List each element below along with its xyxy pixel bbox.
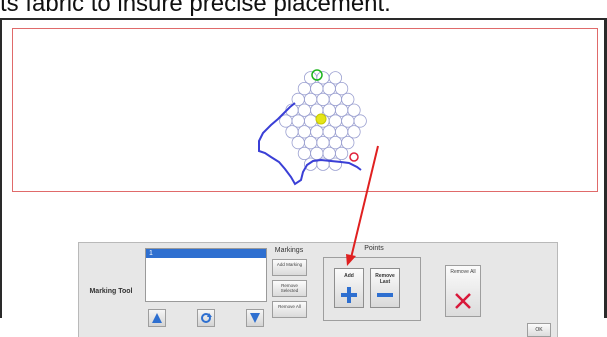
move-down-button[interactable] bbox=[246, 309, 264, 327]
remove-all-points-label: Remove All bbox=[450, 269, 476, 275]
fabric-circle bbox=[303, 136, 318, 150]
markings-group-title: Markings bbox=[274, 247, 304, 254]
fabric-circle bbox=[310, 146, 324, 161]
application-window: Marking Tool 1 Markings Add Marking Remo… bbox=[0, 18, 607, 337]
remove-all-points-button[interactable]: Remove All bbox=[445, 265, 481, 317]
marking-tool-label: Marking Tool bbox=[89, 288, 133, 295]
remove-all-markings-button[interactable]: Remove All bbox=[272, 301, 307, 318]
ok-button[interactable]: OK bbox=[527, 323, 551, 337]
fabric-circle bbox=[334, 81, 349, 96]
add-marking-label: Add Marking bbox=[276, 262, 303, 267]
add-point-button[interactable]: Add bbox=[334, 268, 364, 308]
fabric-circle bbox=[353, 114, 367, 128]
fabric-circle bbox=[328, 92, 342, 107]
fabric-circle bbox=[297, 125, 311, 139]
points-group-title: Points bbox=[364, 245, 384, 252]
fabric-circle bbox=[341, 136, 355, 150]
close-icon bbox=[455, 293, 471, 309]
fabric-circle bbox=[316, 71, 330, 85]
fabric-circle bbox=[297, 146, 311, 161]
fabric-circle bbox=[285, 125, 299, 139]
fabric-circle bbox=[328, 114, 342, 128]
remove-last-point-button[interactable]: Remove Last bbox=[370, 268, 400, 308]
markings-listbox[interactable]: 1 bbox=[145, 248, 267, 302]
remove-last-label: Remove Last bbox=[375, 273, 395, 285]
fabric-circle bbox=[291, 114, 305, 128]
window-left-border bbox=[0, 20, 2, 318]
fabric-circle bbox=[310, 81, 324, 96]
fabric-circle bbox=[322, 81, 336, 96]
fabric-circle bbox=[291, 136, 305, 150]
fabric-circle bbox=[341, 92, 355, 107]
fabric-circle bbox=[316, 92, 330, 107]
fabric-circle bbox=[303, 114, 318, 128]
fabric-circle bbox=[334, 125, 349, 139]
fabric-circle bbox=[322, 146, 336, 161]
fabric-circle bbox=[328, 136, 342, 150]
add-marking-button[interactable]: Add Marking bbox=[272, 259, 307, 276]
fabric-circle bbox=[303, 92, 318, 107]
fabric-circle bbox=[328, 157, 342, 171]
refresh-icon bbox=[201, 313, 212, 323]
minus-icon bbox=[377, 293, 393, 297]
points-group: Add Remove Last bbox=[323, 257, 421, 321]
fabric-circle bbox=[322, 103, 336, 117]
remove-all-markings-label: Remove All bbox=[278, 304, 301, 309]
marking-tool-panel: Marking Tool 1 Markings Add Marking Remo… bbox=[78, 242, 558, 337]
fabric-drawing bbox=[258, 69, 367, 186]
plus-icon bbox=[341, 287, 357, 303]
end-point-marker[interactable] bbox=[349, 152, 359, 162]
markings-list-item[interactable]: 1 bbox=[146, 249, 266, 258]
fabric-circle bbox=[347, 103, 361, 117]
arrow-up-icon bbox=[152, 313, 162, 323]
center-point-marker[interactable] bbox=[315, 113, 327, 125]
drawing-canvas[interactable] bbox=[12, 28, 598, 192]
fabric-circle bbox=[341, 114, 355, 128]
caption-text: ts fabric to insure precise placement. bbox=[0, 0, 391, 17]
fabric-circle bbox=[328, 71, 342, 85]
refresh-button[interactable] bbox=[197, 309, 215, 327]
fabric-circle bbox=[310, 125, 324, 139]
fabric-circle bbox=[297, 103, 311, 117]
fabric-circle bbox=[322, 125, 336, 139]
fabric-circle bbox=[334, 103, 349, 117]
fabric-circle bbox=[334, 146, 349, 161]
remove-selected-button[interactable]: Remove Selected bbox=[272, 280, 307, 297]
fabric-circle bbox=[316, 136, 330, 150]
move-up-button[interactable] bbox=[148, 309, 166, 327]
fabric-circle bbox=[347, 125, 361, 139]
arrow-down-icon bbox=[250, 313, 260, 323]
add-point-label: Add bbox=[344, 273, 354, 279]
remove-selected-label: Remove Selected bbox=[280, 283, 299, 293]
fabric-circle bbox=[297, 81, 311, 96]
fabric-circle bbox=[303, 71, 318, 85]
